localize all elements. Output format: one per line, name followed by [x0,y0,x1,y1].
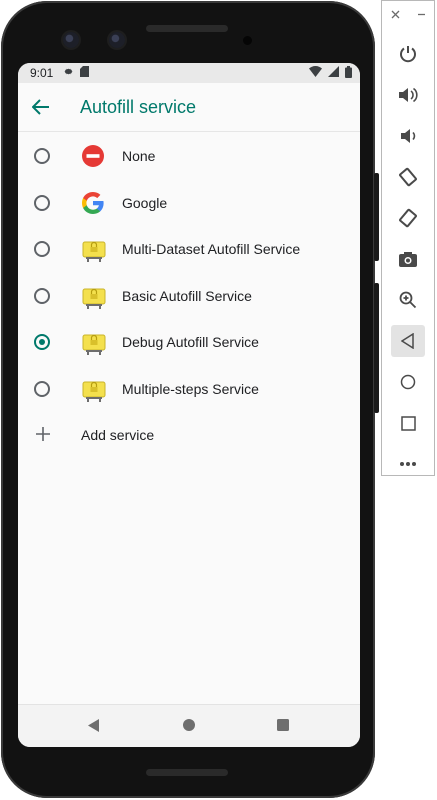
status-bar: 9:01 [18,63,360,83]
service-label: Multiple-steps Service [122,380,259,397]
phone-frame: 9:01 Autofill service None Google Multi-… [1,1,379,798]
service-item-debug[interactable]: Debug Autofill Service [18,319,360,366]
radio-button[interactable] [34,380,50,397]
camera-icon[interactable] [391,243,425,275]
rotate-left-icon[interactable] [391,161,425,193]
service-label: Debug Autofill Service [122,334,259,351]
proximity-sensor [243,36,252,45]
more-options-icon[interactable] [391,448,425,480]
status-time: 9:01 [30,66,54,80]
service-item-google[interactable]: Google [18,180,360,227]
service-item-none[interactable]: None [18,133,360,180]
device-screen: 9:01 Autofill service None Google Multi-… [18,63,360,747]
android-lock-app-icon [81,237,106,263]
settings-gear-icon [63,66,74,80]
app-bar: Autofill service [18,83,360,132]
radio-button[interactable] [34,241,50,258]
nav-overview-icon[interactable] [276,718,290,737]
cell-signal-icon [328,66,339,80]
plus-icon [36,425,50,445]
volume-up-icon[interactable] [391,79,425,111]
nav-home-icon[interactable] [182,718,196,737]
emulator-toolbar [381,0,435,476]
bottom-speaker [146,769,228,776]
back-triangle-icon[interactable] [391,325,425,357]
service-item-multi-dataset[interactable]: Multi-Dataset Autofill Service [18,226,360,273]
wifi-icon [309,66,322,80]
power-icon[interactable] [391,38,425,70]
zoom-icon[interactable] [391,284,425,316]
android-lock-app-icon [81,284,106,309]
service-item-multiple-steps[interactable]: Multiple-steps Service [18,366,360,413]
none-circle-icon [81,144,105,168]
battery-icon [345,65,352,81]
service-label: None [122,148,156,165]
add-service-label: Add service [81,427,155,444]
page-title: Autofill service [80,96,197,117]
service-label: Multi-Dataset Autofill Service [122,241,301,258]
add-service-item[interactable]: Add service [18,412,360,459]
radio-button[interactable] [34,194,50,211]
front-camera-left-icon [63,32,79,48]
android-lock-app-icon [81,377,106,402]
earpiece-speaker [146,25,228,32]
service-label: Google [122,194,168,211]
back-arrow-icon[interactable] [18,99,66,115]
rotate-right-icon[interactable] [391,202,425,234]
volume-down-icon[interactable] [391,120,425,152]
services-list: None Google Multi-Dataset Autofill Servi… [18,132,360,459]
overview-square-icon[interactable] [391,407,425,439]
minimize-icon[interactable] [417,8,426,22]
phone-power-button [374,173,379,261]
home-circle-icon[interactable] [391,366,425,398]
radio-button[interactable] [34,148,50,165]
close-icon[interactable] [391,8,400,22]
phone-volume-button [374,283,379,413]
service-label: Basic Autofill Service [122,287,252,304]
android-lock-app-icon [81,330,106,356]
radio-button[interactable] [34,287,50,304]
front-camera-right-icon [109,32,125,48]
service-item-basic[interactable]: Basic Autofill Service [18,273,360,320]
radio-button-checked[interactable] [34,334,50,351]
navigation-bar [18,704,360,747]
emulator-window-controls [382,1,434,29]
sd-card-icon [80,66,90,80]
nav-back-icon[interactable] [87,718,101,738]
google-g-icon [81,191,105,215]
